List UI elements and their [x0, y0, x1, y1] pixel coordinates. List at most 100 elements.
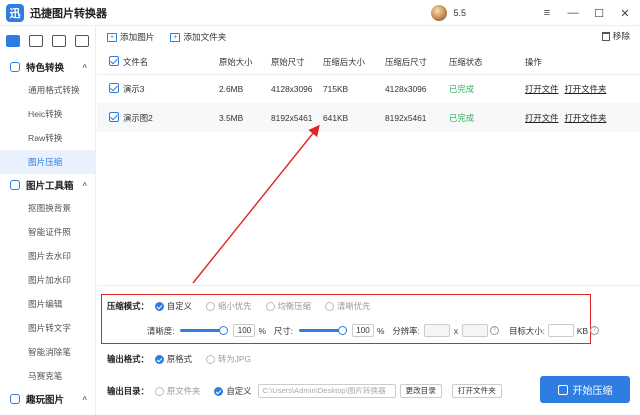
- section-toolbox[interactable]: 图片工具箱 ^: [0, 174, 95, 196]
- resolution-width-input[interactable]: [423, 324, 450, 337]
- change-dir-button[interactable]: 更改目录: [399, 384, 442, 398]
- dir-custom-option[interactable]: 自定义: [214, 385, 252, 397]
- row-checkbox[interactable]: [109, 82, 119, 93]
- clarity-slider[interactable]: [180, 326, 229, 335]
- sidebar-item-ocr[interactable]: 图片转文字: [0, 316, 95, 340]
- section-title: 趣玩图片: [26, 395, 65, 406]
- open-folder-button[interactable]: 打开文件夹: [451, 384, 502, 398]
- maximize-button[interactable]: ☐: [588, 2, 610, 24]
- section-fun-images[interactable]: 趣玩图片 ^: [0, 388, 95, 410]
- dir-label: 原文件夹: [166, 386, 201, 396]
- sidebar-item-raw[interactable]: Raw转换: [0, 126, 95, 150]
- row-checkbox[interactable]: [109, 111, 119, 122]
- col-header-status: 压缩状态: [449, 50, 525, 75]
- format-label: 原格式: [166, 354, 192, 364]
- resolution-height-input[interactable]: [462, 324, 489, 337]
- format-jpg-option[interactable]: 转为JPG: [206, 353, 251, 365]
- fun-images-icon: [10, 394, 20, 404]
- open-file-link[interactable]: 打开文件: [525, 84, 559, 94]
- home-icon[interactable]: [6, 35, 21, 47]
- sidebar-top-icons: [0, 26, 95, 56]
- sidebar-item-image-edit[interactable]: 图片编辑: [0, 292, 95, 316]
- sidebar-item-heic[interactable]: Heic转换: [0, 102, 95, 126]
- cell-orig-size: 2.6MB: [219, 83, 244, 94]
- mode-clear-option[interactable]: 清晰优先: [325, 300, 371, 312]
- help-icon[interactable]: ?: [590, 326, 600, 335]
- mode-custom-option[interactable]: 自定义: [154, 300, 192, 312]
- target-size-input[interactable]: [547, 324, 574, 337]
- tools-icon[interactable]: [29, 35, 44, 47]
- cell-status: 已完成: [449, 103, 525, 132]
- image-icon[interactable]: [51, 35, 66, 47]
- cell-filename: 演示图2: [123, 103, 219, 132]
- output-path-field[interactable]: C:\Users\Admin\Desktop\图片转换器: [257, 384, 396, 398]
- output-format-label: 输出格式：: [107, 354, 149, 364]
- table-row[interactable]: 演示3 2.6MB 4128x3096 715KB 4128x3096 已完成 …: [97, 74, 640, 103]
- sidebar-item-compress[interactable]: 图片压缩: [0, 150, 95, 174]
- sidebar-item-mosaic[interactable]: 马赛克笔: [0, 364, 95, 388]
- add-image-icon: +: [107, 32, 117, 42]
- target-size-unit: KB: [576, 325, 589, 336]
- special-convert-icon: [10, 62, 20, 72]
- output-format-row: 输出格式： 原格式 转为JPG: [107, 353, 265, 365]
- target-size-label: 目标大小:: [509, 325, 545, 336]
- radio-icon: [154, 354, 164, 364]
- open-folder-link[interactable]: 打开文件夹: [565, 84, 607, 94]
- col-header-new-size: 压缩后大小: [323, 50, 385, 75]
- sidebar-item-remove-watermark[interactable]: 图片去水印: [0, 244, 95, 268]
- app-title: 迅捷图片转换器: [30, 7, 107, 20]
- sidebar-item-add-watermark[interactable]: 图片加水印: [0, 268, 95, 292]
- section-title: 图片工具箱: [26, 181, 74, 192]
- mode-label: 均衡压缩: [277, 301, 312, 311]
- start-compress-button[interactable]: 开始压缩: [540, 376, 630, 403]
- settings-panel: 压缩模式： 自定义 缩小优先 均衡压缩 清晰优先 清晰度: 100 % 尺寸: …: [97, 285, 640, 415]
- cell-status: 已完成: [449, 83, 475, 94]
- clarity-value[interactable]: 100: [233, 324, 256, 337]
- sidebar-item-cutout[interactable]: 抠图换背景: [0, 196, 95, 220]
- sidebar-item-eraser[interactable]: 智能消除笔: [0, 340, 95, 364]
- dir-original-option[interactable]: 原文件夹: [154, 385, 201, 397]
- cell-new-size: 641KB: [323, 103, 385, 132]
- table-row[interactable]: 演示图2 3.5MB 8192x5461 641KB 8192x5461 已完成…: [97, 103, 640, 132]
- resolution-label: 分辨率:: [392, 325, 420, 336]
- open-folder-link[interactable]: 打开文件夹: [565, 113, 607, 123]
- edit-icon[interactable]: [74, 35, 89, 47]
- section-title: 特色转换: [26, 63, 65, 74]
- radio-icon: [154, 301, 164, 311]
- size-slider[interactable]: [298, 326, 347, 335]
- sidebar-item-id-photo[interactable]: 智能证件照: [0, 220, 95, 244]
- minimize-button[interactable]: —: [562, 2, 584, 24]
- format-label: 转为JPG: [218, 354, 252, 364]
- select-all-checkbox[interactable]: [109, 55, 119, 66]
- section-special-convert[interactable]: 特色转换 ^: [0, 56, 95, 78]
- col-header-orig-dim: 原始尺寸: [271, 50, 323, 75]
- toolbar: + 添加图片 + 添加文件夹: [97, 26, 640, 48]
- add-image-label: 添加图片: [120, 32, 155, 42]
- slider-knob[interactable]: [337, 326, 347, 335]
- mode-label: 清晰优先: [337, 301, 371, 311]
- slider-knob[interactable]: [219, 326, 229, 335]
- cell-orig-dim: 4128x3096: [271, 83, 313, 94]
- remove-button[interactable]: 移除: [601, 30, 630, 42]
- app-logo-icon: 迅: [6, 3, 24, 22]
- add-folder-button[interactable]: + 添加文件夹: [170, 31, 226, 43]
- sidebar-item-format-convert[interactable]: 通用格式转换: [0, 78, 95, 102]
- version-label: 5.5: [453, 8, 466, 18]
- open-file-link[interactable]: 打开文件: [525, 113, 559, 123]
- radio-icon: [214, 386, 224, 396]
- menu-icon[interactable]: ≡: [536, 2, 558, 24]
- avatar[interactable]: [431, 5, 448, 21]
- mode-balanced-option[interactable]: 均衡压缩: [265, 300, 312, 312]
- cell-new-size: 715KB: [323, 83, 349, 94]
- close-button[interactable]: ✕: [614, 2, 636, 24]
- format-original-option[interactable]: 原格式: [154, 353, 192, 365]
- radio-icon: [206, 301, 215, 311]
- size-value[interactable]: 100: [351, 324, 374, 337]
- resolution-x-separator: x: [453, 325, 459, 336]
- add-folder-label: 添加文件夹: [183, 32, 227, 42]
- help-icon[interactable]: ?: [490, 326, 500, 335]
- cell-filename: 演示3: [123, 83, 145, 94]
- radio-icon: [265, 301, 275, 311]
- add-image-button[interactable]: + 添加图片: [107, 31, 154, 43]
- mode-smaller-option[interactable]: 缩小优先: [206, 300, 252, 312]
